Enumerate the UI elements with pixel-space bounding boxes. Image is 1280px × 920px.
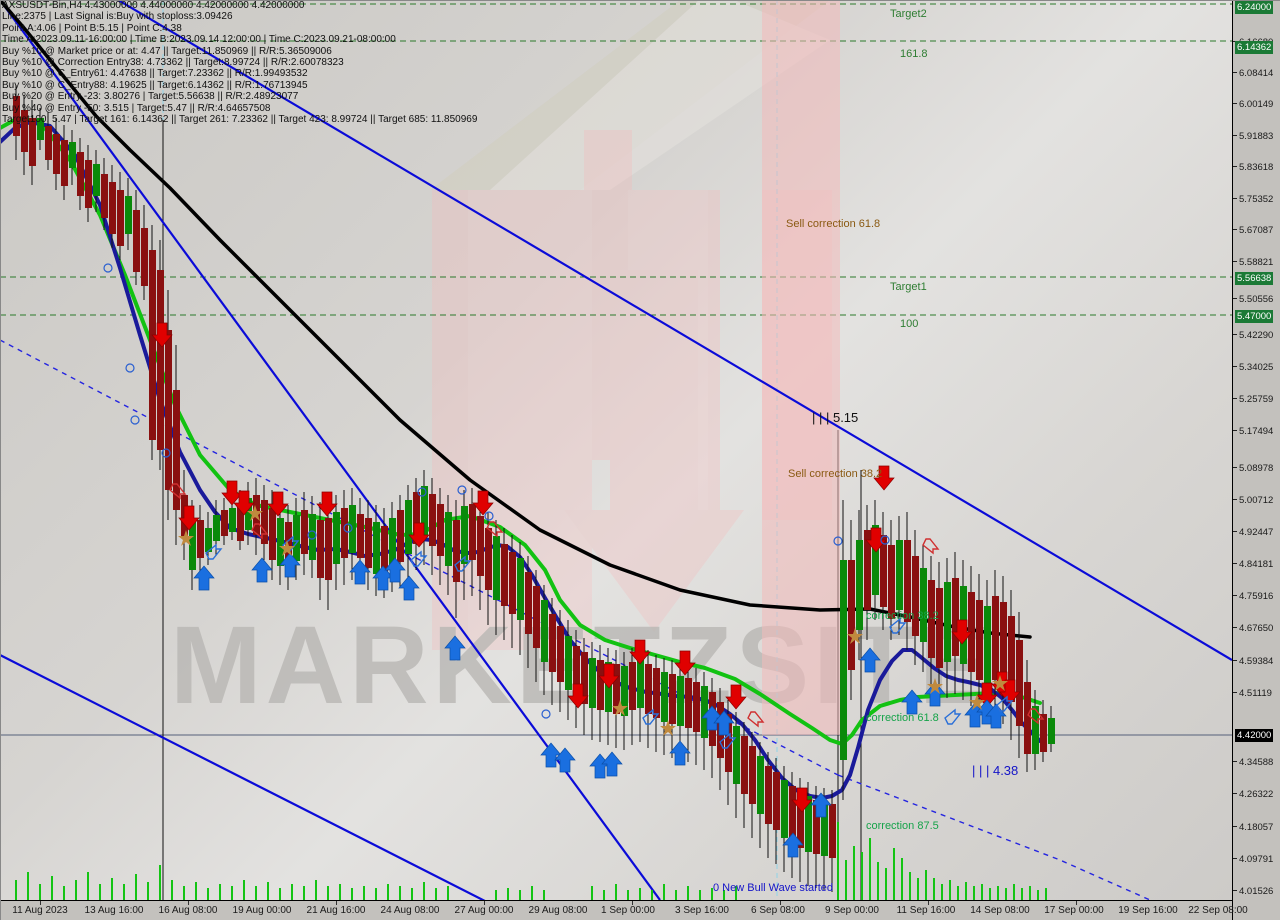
time-tick-6: 27 Aug 00:00 — [454, 905, 514, 916]
trading-chart-window: MARKETZSITE — [0, 0, 1280, 920]
price-tick-5-58821: 5.58821 — [1233, 257, 1273, 268]
annotation-point-c-438: | | | 4.38 — [972, 763, 1019, 778]
time-tick-3: 19 Aug 00:00 — [232, 905, 292, 916]
annotation-161-8: 161.8 — [900, 48, 928, 60]
price-tick-5-25759: 5.25759 — [1233, 394, 1273, 405]
time-tick-14: 17 Sep 00:00 — [1044, 905, 1104, 916]
annotation-new-bull-wave: 0 New Bull Wave started — [713, 882, 834, 894]
volume-bars — [15, 822, 1047, 900]
price-tick-4-84181: 4.84181 — [1233, 559, 1273, 570]
annotation-target2: Target2 — [890, 8, 927, 20]
price-tick-4-09791: 4.09791 — [1233, 854, 1273, 865]
candlestick-series — [13, 85, 1055, 892]
chart-graphics — [0, 0, 1232, 900]
price-tick-5-08978: 5.08978 — [1233, 463, 1273, 474]
price-tick-5-50556: 5.50556 — [1233, 294, 1273, 305]
annotation-correction-618: correction 61.8 — [866, 712, 939, 724]
annotation-correction-875: correction 87.5 — [866, 820, 939, 832]
price-tick-5-67087: 5.67087 — [1233, 225, 1273, 236]
price-tick-4-51119: 4.51119 — [1233, 688, 1272, 699]
price-tick-5-00712: 5.00712 — [1233, 495, 1273, 506]
price-tick-5-75352: 5.75352 — [1233, 194, 1273, 205]
price-axis[interactable]: 6.24000 6.16680 6.14362 6.08414 6.00149 … — [1232, 0, 1280, 920]
time-tick-15: 19 Sep 16:00 — [1118, 905, 1178, 916]
price-tick-4-59384: 4.59384 — [1233, 656, 1273, 667]
annotation-point-b-515: | | | 5.15 — [812, 410, 859, 425]
time-tick-11: 9 Sep 00:00 — [825, 905, 879, 916]
annotation-correction-382: correction 38.2 — [866, 610, 939, 622]
time-tick-9: 3 Sep 16:00 — [675, 905, 729, 916]
price-tick-5-91883: 5.91883 — [1233, 131, 1273, 142]
time-tick-4: 21 Aug 16:00 — [306, 905, 366, 916]
time-tick-5: 24 Aug 08:00 — [380, 905, 440, 916]
price-label-highlight-547: 5.47000 — [1235, 310, 1274, 323]
time-tick-1: 13 Aug 16:00 — [84, 905, 144, 916]
price-tick-4-26322: 4.26322 — [1233, 789, 1273, 800]
time-tick-10: 6 Sep 08:00 — [751, 905, 805, 916]
price-tick-4-75916: 4.75916 — [1233, 591, 1273, 602]
time-tick-12: 11 Sep 16:00 — [896, 905, 956, 916]
price-tick-6-00149: 6.00149 — [1233, 99, 1273, 110]
price-label-highlight-556638: 5.56638 — [1235, 272, 1274, 285]
chart-plot-area[interactable]: MARKETZSITE — [0, 0, 1232, 900]
annotation-sell-correction-382: Sell correction 38.2 — [788, 468, 883, 480]
time-tick-13: 14 Sep 08:00 — [970, 905, 1030, 916]
price-tick-5-42290: 5.42290 — [1233, 330, 1273, 341]
annotation-target1: Target1 — [890, 281, 927, 293]
time-axis[interactable]: 11 Aug 2023 13 Aug 16:00 16 Aug 08:00 19… — [0, 900, 1248, 920]
price-tick-6-08414: 6.08414 — [1233, 68, 1273, 79]
price-tick-5-34025: 5.34025 — [1233, 362, 1273, 373]
price-label-current-442: 4.42000 — [1235, 729, 1274, 742]
time-tick-8: 1 Sep 00:00 — [601, 905, 655, 916]
price-tick-4-34588: 4.34588 — [1233, 757, 1273, 768]
fast-moving-average-line — [0, 120, 1042, 800]
time-tick-2: 16 Aug 08:00 — [158, 905, 218, 916]
price-label-highlight-624: 6.24000 — [1235, 1, 1274, 14]
annotation-100: 100 — [900, 318, 919, 330]
price-tick-4-01526: 4.01526 — [1233, 886, 1273, 897]
price-tick-4-67650: 4.67650 — [1233, 623, 1273, 634]
price-tick-5-83618: 5.83618 — [1233, 162, 1273, 173]
time-tick-0: 11 Aug 2023 — [12, 905, 68, 916]
price-tick-4-18057: 4.18057 — [1233, 822, 1273, 833]
time-tick-7: 29 Aug 08:00 — [528, 905, 588, 916]
annotation-sell-correction-618: Sell correction 61.8 — [786, 218, 881, 230]
fib-level-lines — [0, 3, 1232, 316]
price-tick-4-92447: 4.92447 — [1233, 527, 1273, 538]
price-tick-5-17494: 5.17494 — [1233, 426, 1273, 437]
price-label-highlight-614362: 6.14362 — [1235, 41, 1274, 54]
time-tick-16: 22 Sep 08:00 — [1188, 905, 1248, 916]
sell-correction-zone — [762, 0, 840, 735]
